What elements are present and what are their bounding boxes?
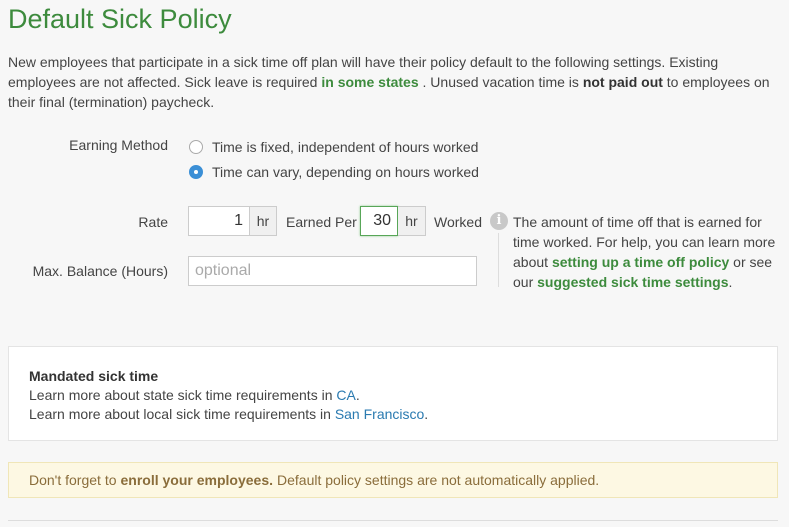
rate-unit-addon: hr [250,206,277,236]
mandated-sick-time-panel: Mandated sick time Learn more about stat… [8,346,778,441]
state-text: Learn more about state sick time require… [29,387,337,403]
time-off-policy-link[interactable]: setting up a time off policy [552,254,729,270]
not-paid-out-text: not paid out [582,74,663,90]
page-title: Default Sick Policy [8,4,232,34]
help-text-3: . [728,274,733,290]
rate-label: Rate [138,214,168,230]
local-link-san-francisco[interactable]: San Francisco [335,406,424,422]
radio-vary-label[interactable]: Time can vary, depending on hours worked [212,164,479,180]
radio-option-vary[interactable]: Time can vary, depending on hours worked [189,162,479,182]
state-link-ca[interactable]: CA [336,387,355,403]
rate-input[interactable] [188,206,250,236]
radio-fixed[interactable] [189,140,203,154]
help-text: The amount of time off that is earned fo… [513,212,783,292]
mandated-heading: Mandated sick time [29,368,159,384]
bottom-divider [8,520,778,521]
earned-per-unit-addon: hr [398,206,426,236]
max-balance-input[interactable] [188,256,477,286]
help-divider [498,233,499,287]
radio-fixed-label[interactable]: Time is fixed, independent of hours work… [212,139,478,155]
radio-option-fixed[interactable]: Time is fixed, independent of hours work… [189,137,478,157]
notice-text-2: Default policy settings are not automati… [277,472,600,488]
state-after: . [355,387,360,403]
local-requirements-line: Learn more about local sick time require… [29,406,428,422]
intro-text-2: . Unused vacation time is [418,74,583,90]
max-balance-label: Max. Balance (Hours) [32,263,168,279]
worked-label: Worked [434,214,482,230]
earned-per-label: Earned Per [286,214,357,230]
info-icon: i [490,212,508,230]
enroll-employees-link[interactable]: enroll your employees. [121,472,274,488]
state-requirements-line: Learn more about state sick time require… [29,387,360,403]
radio-vary[interactable] [189,165,203,179]
local-after: . [424,406,429,422]
enroll-notice: Don't forget to enroll your employees. D… [8,462,778,498]
intro-paragraph: New employees that participate in a sick… [8,52,778,112]
local-text: Learn more about local sick time require… [29,406,335,422]
earned-per-input[interactable] [360,206,398,236]
suggested-settings-link[interactable]: suggested sick time settings [537,274,728,290]
notice-text-1: Don't forget to [29,472,117,488]
earning-method-label: Earning Method [69,137,168,153]
in-some-states-link[interactable]: in some states [321,74,418,90]
